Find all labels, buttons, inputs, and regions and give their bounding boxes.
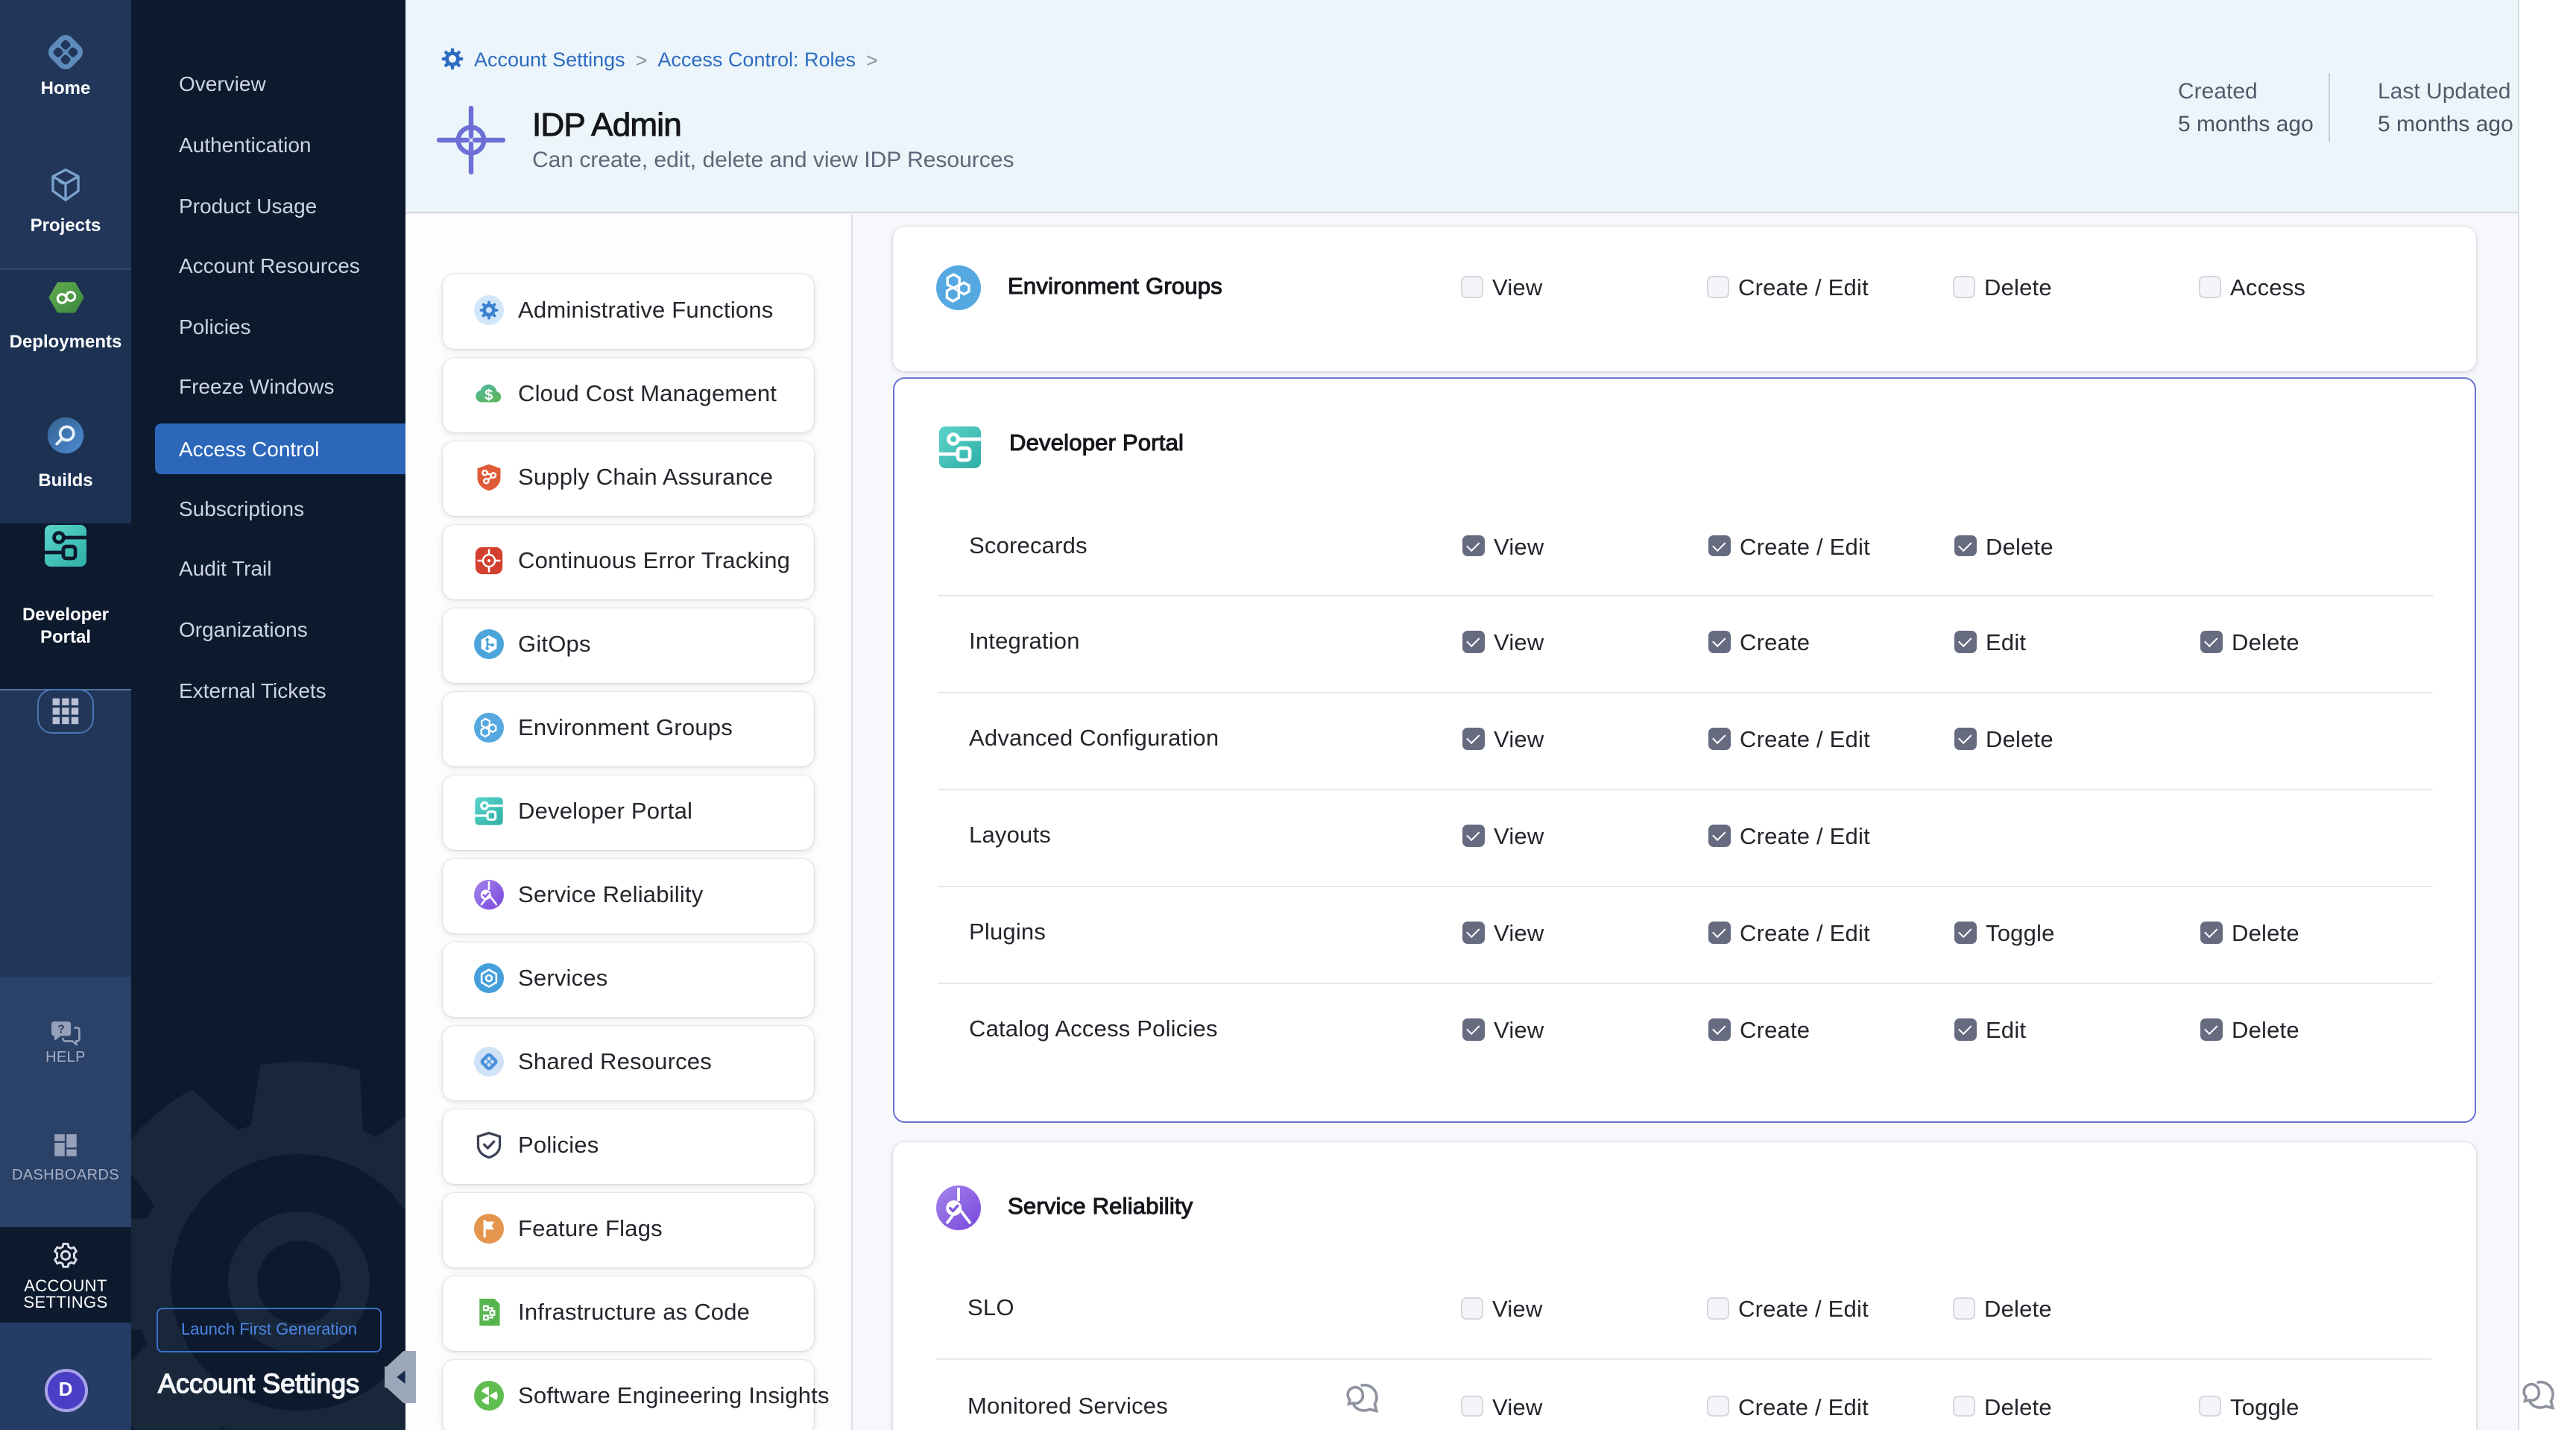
svg-text:?: ? [57, 1023, 63, 1036]
svg-text:$: $ [484, 388, 492, 404]
